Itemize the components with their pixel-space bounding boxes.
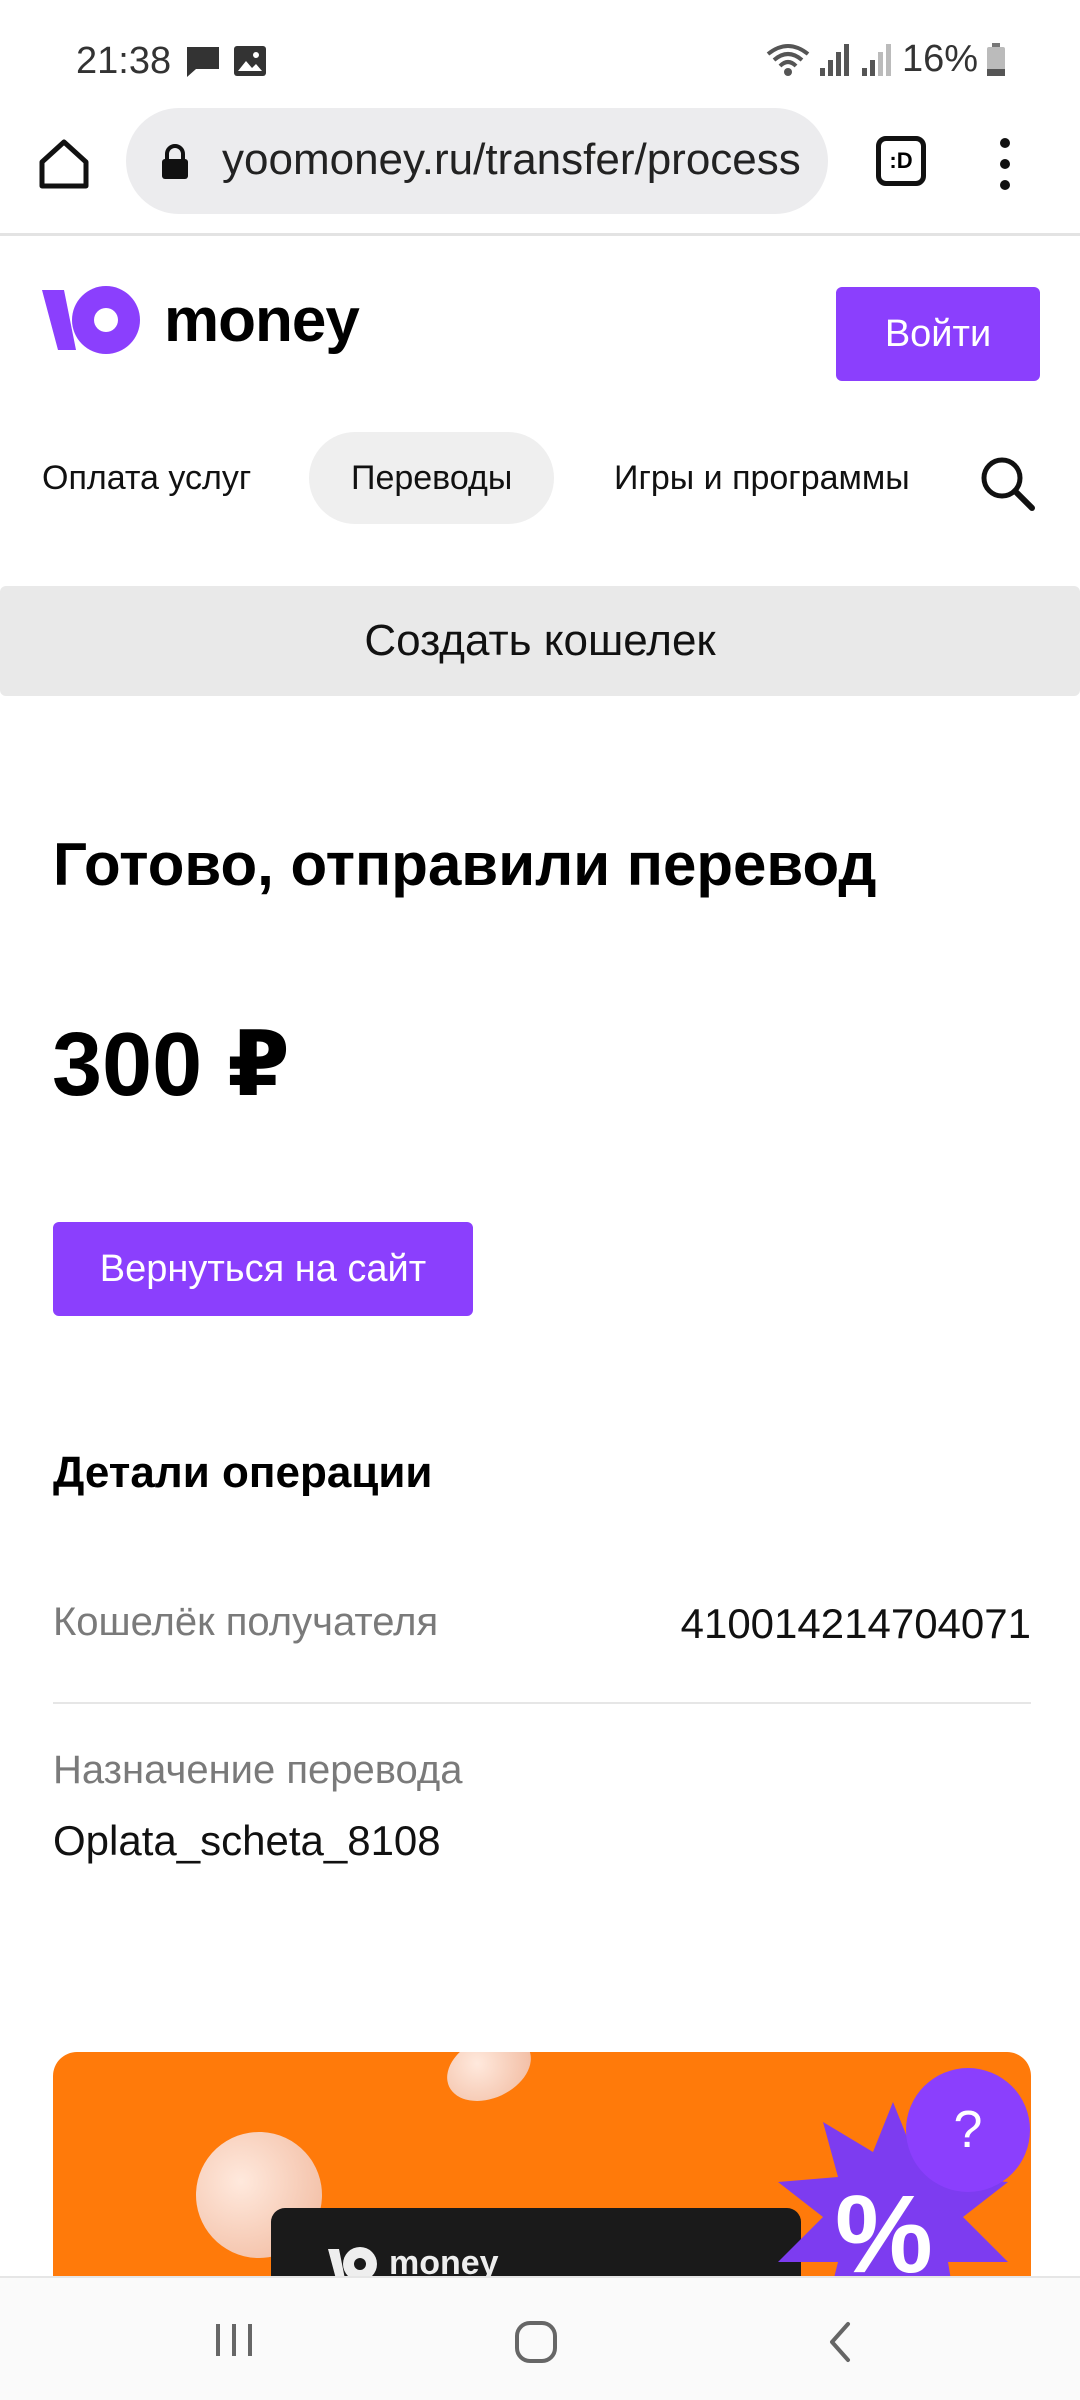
coin-image [436, 2052, 542, 2114]
lock-icon [162, 144, 188, 179]
recent-apps-icon[interactable] [212, 2318, 256, 2362]
wifi-icon [766, 43, 810, 76]
message-icon [187, 47, 219, 77]
status-right: 16% [766, 38, 1006, 81]
logo-icon [42, 286, 140, 354]
nav-item-games[interactable]: Игры и программы [614, 432, 918, 524]
signal-icon [861, 43, 891, 76]
status-bar: 21:38 16% [0, 0, 1080, 110]
dot-icon [1000, 159, 1010, 169]
card-image: money [271, 2208, 801, 2282]
login-button[interactable]: Войти [836, 287, 1040, 381]
battery-percent: 16% [901, 38, 978, 80]
browser-menu-button[interactable] [990, 134, 1020, 194]
dot-icon [1000, 138, 1010, 148]
back-icon[interactable] [822, 2318, 858, 2366]
search-icon[interactable] [978, 454, 1038, 514]
promo-banner[interactable]: money % [53, 2052, 1031, 2282]
home-nav-icon[interactable] [512, 2318, 560, 2366]
status-time: 21:38 [76, 40, 172, 82]
browser-toolbar: yoomoney.ru/transfer/process :D [0, 108, 1080, 236]
category-nav: Оплата услуг Переводы Игры и программы [0, 432, 1080, 524]
purpose-label: Назначение перевода [53, 1748, 463, 1792]
percent-symbol: % [835, 2173, 933, 2282]
tab-switcher-button[interactable]: :D [876, 136, 926, 186]
nav-item-payments[interactable]: Оплата услуг [42, 432, 251, 524]
return-to-site-button[interactable]: Вернуться на сайт [53, 1222, 473, 1316]
address-bar[interactable]: yoomoney.ru/transfer/process [126, 108, 828, 214]
yoomoney-logo[interactable]: money [42, 284, 360, 356]
transfer-amount: 300 ₽ [52, 1015, 290, 1115]
nav-item-transfers[interactable]: Переводы [309, 432, 555, 524]
details-title: Детали операции [53, 1448, 433, 1497]
image-icon [234, 46, 266, 76]
page-title: Готово, отправили перевод [53, 831, 877, 898]
recipient-value: 410014214704071 [680, 1600, 1031, 1647]
url-text: yoomoney.ru/transfer/process [222, 135, 801, 184]
system-nav-bar [0, 2276, 1080, 2400]
home-icon[interactable] [36, 136, 92, 192]
signal-icon [819, 43, 849, 76]
logo-text: money [164, 285, 360, 355]
recipient-label: Кошелёк получателя [53, 1600, 439, 1644]
detail-row-recipient: Кошелёк получателя 410014214704071 [53, 1600, 1031, 1704]
help-button[interactable]: ? [906, 2068, 1030, 2192]
battery-icon [987, 42, 1005, 76]
purpose-value: Oplata_scheta_8108 [53, 1817, 441, 1864]
create-wallet-button[interactable]: Создать кошелек [0, 586, 1080, 696]
detail-row-purpose: Назначение перевода Oplata_scheta_8108 [53, 1748, 1031, 1865]
dot-icon [1000, 180, 1010, 190]
